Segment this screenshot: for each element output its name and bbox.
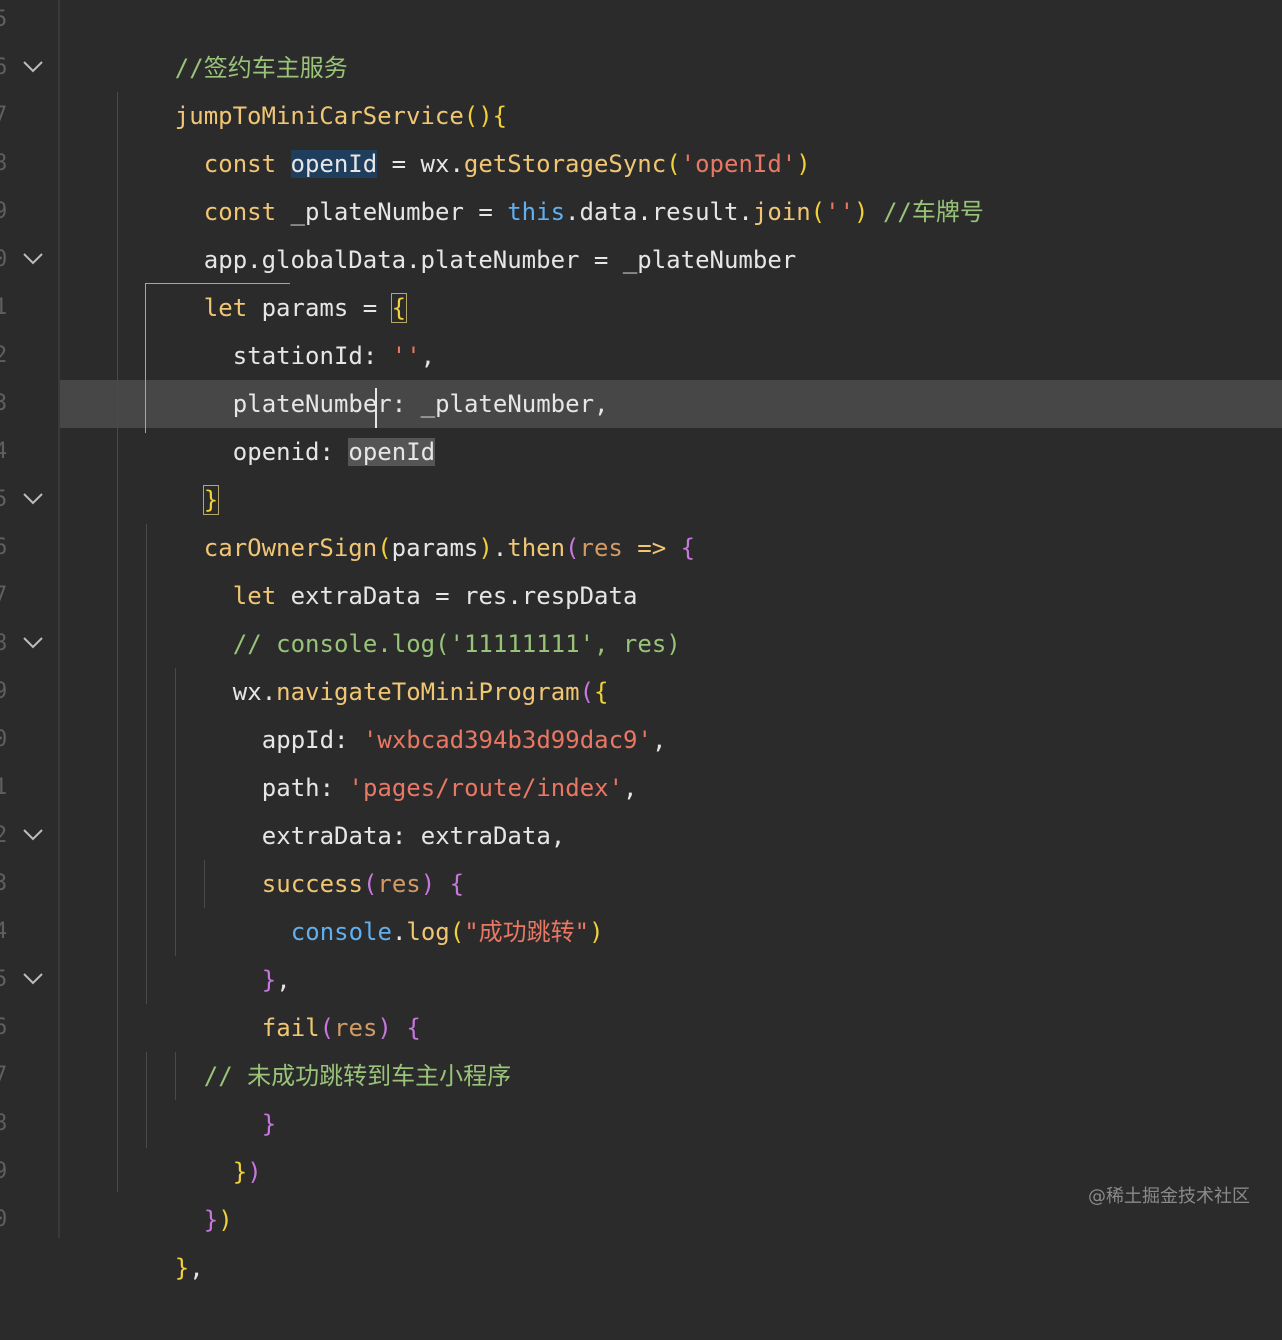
line-number: 2 [0,343,8,368]
code-line[interactable]: }, [204,908,291,994]
code-line[interactable]: } [204,1052,276,1138]
code-line[interactable]: }) [175,1100,262,1186]
code-line[interactable]: wx.navigateToMiniProgram({ [175,620,609,706]
code-line[interactable]: plateNumber: _plateNumber, [175,332,609,418]
code-line[interactable]: const _plateNumber = this.data.result.jo… [146,140,984,226]
code-line[interactable]: success(res) { [204,812,464,898]
code-line[interactable]: app.globalData.plateNumber = _plateNumbe… [146,188,796,274]
chevron-down-icon[interactable] [22,956,44,1004]
line-number: 5 [0,967,8,992]
line-number: 4 [0,439,8,464]
code-line[interactable]: jumpToMiniCarService(){ [117,44,507,130]
code-line[interactable]: carOwnerSign(params).then(res => { [146,476,695,562]
indent-guide [117,92,118,1192]
code-line[interactable]: path: 'pages/route/index', [204,716,638,802]
code-line[interactable]: let params = { [146,236,408,323]
watermark: @稀土掘金技术社区 [1088,1186,1250,1207]
code-line[interactable]: } [146,428,220,515]
line-number: 0 [0,1207,8,1232]
code-line[interactable]: }, [117,1196,204,1282]
line-number: 3 [0,391,8,416]
line-number: 7 [0,103,8,128]
chevron-down-icon[interactable] [22,476,44,524]
line-number: 5 [0,487,8,512]
line-number: 8 [0,1111,8,1136]
code-line[interactable]: const openId = wx.getStorageSync('openId… [146,92,811,178]
line-number: 3 [0,871,8,896]
line-number: 9 [0,1159,8,1184]
chevron-down-icon[interactable] [22,620,44,668]
code-line[interactable]: // 未成功跳转到车主小程序 [146,1004,511,1090]
code-text: openid: [232,438,349,466]
line-number: 7 [0,1063,8,1088]
line-number: 6 [0,55,8,80]
code-line[interactable]: let extraData = res.respData [175,524,638,610]
string: "成功跳转" [464,918,590,946]
line-number: 9 [0,199,8,224]
code-line[interactable]: console.log("成功跳转") [233,860,604,946]
chevron-down-icon[interactable] [22,812,44,860]
function-call: log [406,918,450,946]
gutter-separator [58,0,60,1238]
line-number: 6 [0,535,8,560]
code-line[interactable]: fail(res) { [204,956,421,1042]
line-number: 1 [0,775,8,800]
comment: //车牌号 [882,198,984,226]
line-number: 4 [0,919,8,944]
code-line[interactable]: // console.log('11111111', res) [175,572,681,658]
text-cursor [375,388,377,428]
line-number: 8 [0,151,8,176]
console-object: console [290,918,392,946]
line-number: 5 [0,7,8,32]
chevron-down-icon[interactable] [22,236,44,284]
line-number: 0 [0,727,8,752]
code-line-current[interactable]: openid: openId [175,380,436,466]
code-editor[interactable]: 5 6 7 8 9 0 1 2 3 4 5 6 7 8 9 0 1 2 3 4 … [0,0,1282,1282]
code-line[interactable]: }) [146,1148,233,1234]
code-line[interactable]: stationId: '', [175,284,435,370]
line-number: 7 [0,583,8,608]
code-line[interactable]: //签约车主服务 [117,0,348,82]
line-number: 1 [0,295,8,320]
variable-highlighted: openId [348,438,436,466]
line-number: 2 [0,823,8,848]
code-line[interactable]: extraData: extraData, [204,764,565,850]
code-line[interactable]: appId: 'wxbcad394b3d99dac9', [204,668,667,754]
string: '' [825,198,855,226]
line-number: 9 [0,679,8,704]
line-number: 8 [0,631,8,656]
line-number: 6 [0,1015,8,1040]
line-number: 0 [0,247,8,272]
chevron-down-icon[interactable] [22,44,44,92]
